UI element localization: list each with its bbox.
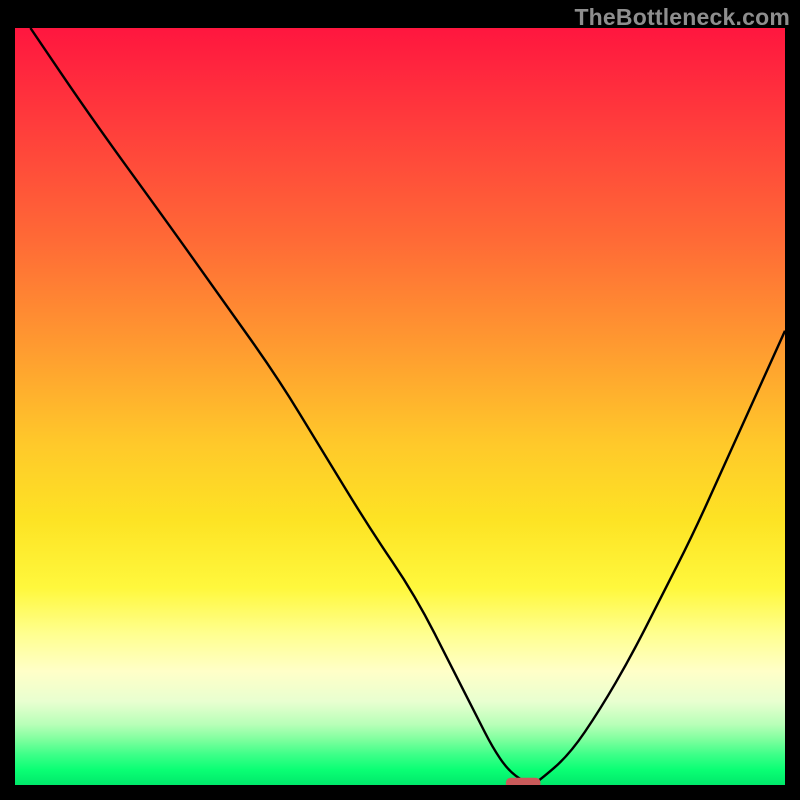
- watermark-text: TheBottleneck.com: [574, 4, 790, 31]
- chart-frame: TheBottleneck.com: [0, 0, 800, 800]
- optimal-marker: [506, 778, 541, 785]
- chart-plot-area: [15, 28, 785, 785]
- bottleneck-curve: [30, 28, 785, 784]
- chart-svg: [15, 28, 785, 785]
